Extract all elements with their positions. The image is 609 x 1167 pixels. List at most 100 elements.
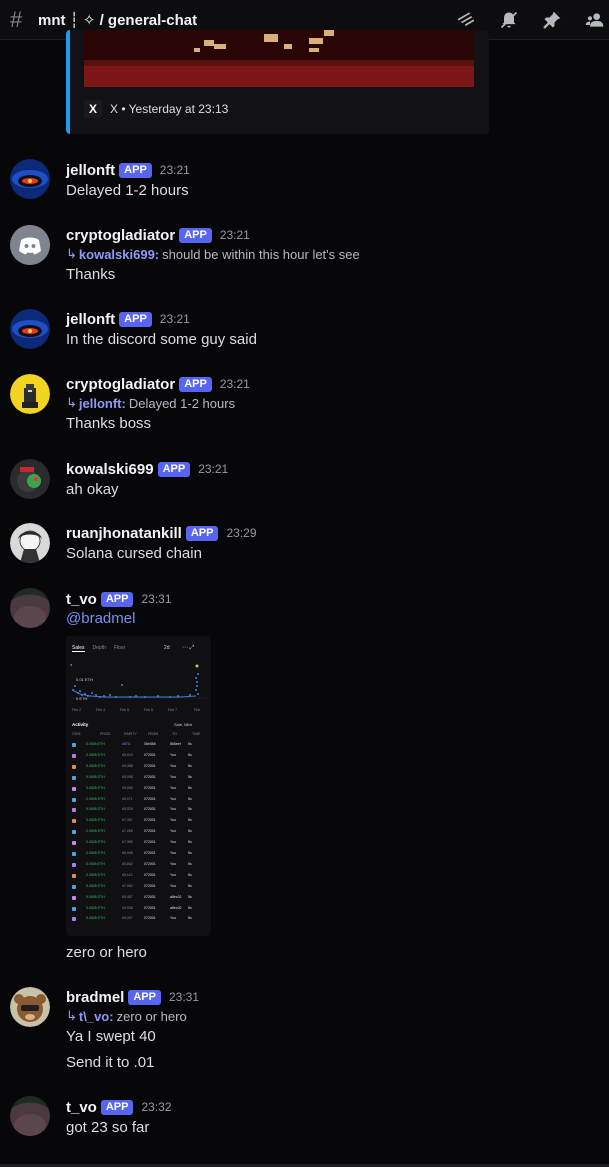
username[interactable]: kowalski699 xyxy=(66,461,154,478)
x-logo-icon: X xyxy=(84,100,102,118)
reply-text: zero or hero xyxy=(116,1008,187,1024)
activity-filter: Sale, Mint xyxy=(174,722,192,727)
tab-depth: Depth xyxy=(92,645,106,651)
activity-cell-time: 5s xyxy=(188,796,192,801)
activity-cell-price: 0.0005 ETH xyxy=(86,796,105,801)
activity-cell-price: 0.0005 ETH xyxy=(86,840,105,845)
reply-user[interactable]: kowalski699: xyxy=(79,247,159,262)
avatar[interactable] xyxy=(10,987,50,1027)
avatar[interactable] xyxy=(10,588,50,628)
activity-cell-rarity: #5,842 xyxy=(122,861,133,866)
activity-row: 0.0005 ETH #7,082 072001 You 5s xyxy=(72,884,204,890)
username[interactable]: ruanjhonatankill xyxy=(66,525,182,542)
col-header: TIME xyxy=(192,732,201,736)
item-thumbnail xyxy=(72,808,76,813)
activity-row: 0.0005 ETH #5,059 072001 You 5s xyxy=(72,786,204,792)
activity-row: 0.0005 ETH #574 06e566 868eef 5s xyxy=(72,742,204,748)
activity-cell-price: 0.0005 ETH xyxy=(86,785,105,790)
item-thumbnail xyxy=(72,917,76,922)
activity-cell-from: 072001 xyxy=(144,763,156,768)
activity-cell-time: 5s xyxy=(188,872,192,877)
members-icon[interactable] xyxy=(583,8,607,32)
timestamp: 23:29 xyxy=(226,526,257,540)
activity-cell-to: You xyxy=(170,840,176,845)
username[interactable]: t_vo xyxy=(66,591,97,608)
embed-image[interactable] xyxy=(84,30,474,87)
item-thumbnail xyxy=(72,884,76,889)
activity-cell-time: 5s xyxy=(188,883,192,888)
activity-cell-rarity: #5,388 xyxy=(122,763,133,768)
avatar[interactable] xyxy=(10,309,50,349)
activity-cell-from: 072001 xyxy=(144,905,156,910)
activity-cell-to: You xyxy=(170,883,176,888)
avatar[interactable] xyxy=(10,1096,50,1136)
mute-bell-icon[interactable] xyxy=(497,8,521,32)
activity-cell-from: 072001 xyxy=(144,851,156,855)
embed-footer: X X • Yesterday at 23:13 xyxy=(84,100,228,118)
pin-icon[interactable] xyxy=(540,8,564,32)
avatar[interactable] xyxy=(10,159,50,199)
item-thumbnail xyxy=(72,743,76,747)
timestamp: 23:31 xyxy=(141,592,172,606)
activity-row: 0.0005 ETH #5,029 072001 You 5s xyxy=(72,753,204,759)
message-text: Send it to .01 xyxy=(66,1054,155,1071)
activity-row: 0.0005 ETH #5,388 072001 You 5s xyxy=(72,764,204,770)
username[interactable]: cryptogladiator xyxy=(66,376,175,393)
message-text: In the discord some guy said xyxy=(66,331,257,348)
activity-cell-rarity: #574 xyxy=(122,742,130,746)
activity-row: 0.0005 ETH #5,337 072001 You 5s xyxy=(72,916,204,922)
col-header: ITEM xyxy=(72,732,81,736)
username[interactable]: bradmel xyxy=(66,989,124,1006)
avatar[interactable] xyxy=(10,523,50,563)
activity-cell-from: 072001 xyxy=(144,807,156,812)
reply-text: Delayed 1-2 hours xyxy=(128,395,236,411)
user-mention[interactable]: @bradmel xyxy=(66,610,135,627)
activity-cell-rarity: #5,998 xyxy=(122,851,133,855)
activity-cell-time: 5s xyxy=(188,742,192,746)
activity-cell-from: 072001 xyxy=(144,861,156,866)
activity-cell-to: You xyxy=(170,818,176,823)
image-attachment[interactable]: Sales Depth Floor 2d ⋯ ⤢ ● 0.01 ETH 0 ET… xyxy=(66,636,211,936)
activity-row: 0.0005 ETH #7,285 072001 You 5s xyxy=(72,829,204,835)
reply-reference[interactable]: ↳ t\_vo: zero or hero xyxy=(66,1008,187,1024)
more-icon: ⋯ ⤢ xyxy=(182,645,195,651)
reply-reference[interactable]: ↳ jellonft: Delayed 1-2 hours xyxy=(66,395,235,411)
activity-row: 0.0005 ETH #5,998 072001 You 5s xyxy=(72,851,204,857)
timestamp: 23:31 xyxy=(168,990,200,1004)
col-header: FROM xyxy=(148,732,159,736)
activity-cell-rarity: #5,059 xyxy=(122,785,133,790)
avatar[interactable] xyxy=(10,459,50,499)
activity-cell-time: 5s xyxy=(188,774,192,779)
threads-icon[interactable] xyxy=(454,8,478,32)
avatar[interactable] xyxy=(10,225,50,265)
activity-cell-rarity: #5,938 xyxy=(122,905,133,910)
avatar[interactable] xyxy=(10,374,50,414)
activity-cell-time: 5s xyxy=(188,851,192,855)
username[interactable]: jellonft xyxy=(66,162,115,179)
item-thumbnail xyxy=(72,797,76,802)
tab-sales: Sales xyxy=(72,645,85,652)
activity-cell-from: 072001 xyxy=(144,818,156,823)
activity-heading: Activity xyxy=(72,722,89,727)
activity-cell-from: 06e566 xyxy=(144,742,156,746)
activity-cell-rarity: #5,029 xyxy=(122,807,133,812)
activity-cell-time: 5s xyxy=(188,905,192,910)
reply-user[interactable]: t\_vo: xyxy=(79,1009,114,1024)
username[interactable]: t_vo xyxy=(66,1099,97,1116)
activity-cell-rarity: #5,098 xyxy=(122,774,133,779)
activity-cell-to: 868eef xyxy=(170,742,181,746)
activity-header-row: ITEM PRICE RARITY FROM TO TIME xyxy=(72,732,204,738)
username[interactable]: cryptogladiator xyxy=(66,227,175,244)
message-text: zero or hero xyxy=(66,944,147,961)
activity-cell-price: 0.0005 ETH xyxy=(86,872,105,877)
link-embed[interactable]: X X • Yesterday at 23:13 xyxy=(66,30,489,134)
reply-reference[interactable]: ↳ kowalski699: should be within this hou… xyxy=(66,246,360,262)
channel-name: mnt ┆ ✧ / general-chat xyxy=(38,11,198,29)
username[interactable]: jellonft xyxy=(66,311,115,328)
reply-arrow-icon: ↳ xyxy=(66,1008,77,1023)
activity-cell-to: You xyxy=(170,872,176,877)
app-tag: APP xyxy=(157,461,191,477)
activity-row: 0.0005 ETH #5,487 072001 a8ec02 5s xyxy=(72,895,204,901)
reply-user[interactable]: jellonft: xyxy=(79,396,126,411)
activity-cell-rarity: #5,113 xyxy=(122,872,133,877)
